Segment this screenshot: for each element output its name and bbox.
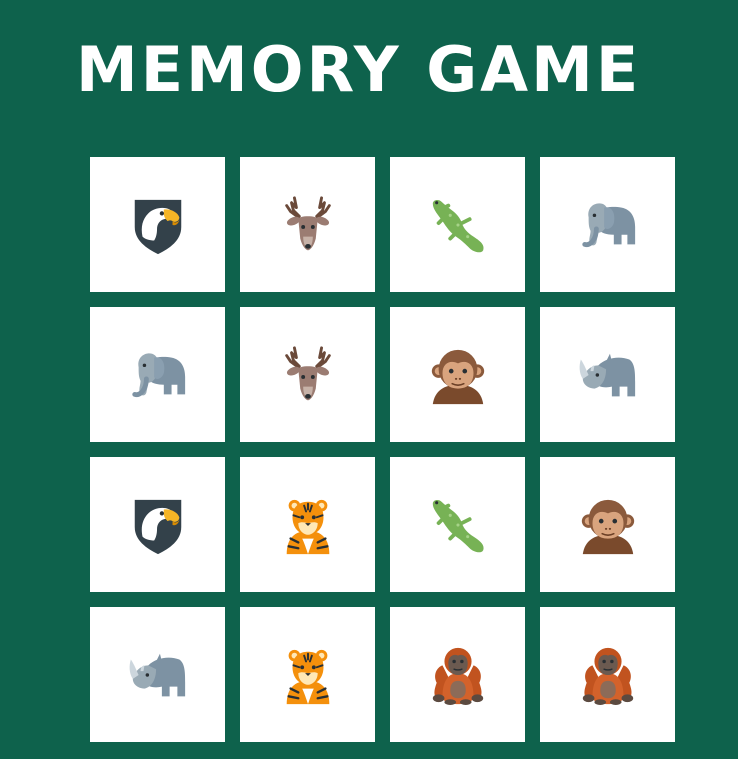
memory-card[interactable]: [390, 457, 525, 592]
tiger-icon: [277, 494, 339, 556]
memory-card[interactable]: [90, 307, 225, 442]
memory-card[interactable]: [240, 307, 375, 442]
deer-icon: [277, 194, 339, 256]
memory-card[interactable]: [540, 307, 675, 442]
page-title: MEMORY GAME: [76, 33, 642, 106]
memory-card[interactable]: [90, 607, 225, 742]
memory-card[interactable]: [390, 157, 525, 292]
card-grid: [90, 157, 675, 742]
elephant-icon: [577, 194, 639, 256]
memory-card[interactable]: [240, 157, 375, 292]
monkey-face-icon: [577, 494, 639, 556]
eagle-shield-icon: [127, 494, 189, 556]
rhinoceros-icon: [127, 644, 189, 706]
memory-card[interactable]: [540, 607, 675, 742]
orangutan-icon: [577, 644, 639, 706]
memory-card[interactable]: [90, 457, 225, 592]
rhinoceros-icon: [577, 344, 639, 406]
memory-card[interactable]: [540, 157, 675, 292]
lizard-icon: [427, 494, 489, 556]
monkey-face-icon: [427, 344, 489, 406]
memory-card[interactable]: [390, 607, 525, 742]
tiger-icon: [277, 644, 339, 706]
lizard-icon: [427, 194, 489, 256]
memory-card[interactable]: [240, 457, 375, 592]
memory-card[interactable]: [240, 607, 375, 742]
orangutan-icon: [427, 644, 489, 706]
memory-card[interactable]: [390, 307, 525, 442]
deer-icon: [277, 344, 339, 406]
memory-card[interactable]: [90, 157, 225, 292]
memory-card[interactable]: [540, 457, 675, 592]
elephant-icon: [127, 344, 189, 406]
eagle-shield-icon: [127, 194, 189, 256]
